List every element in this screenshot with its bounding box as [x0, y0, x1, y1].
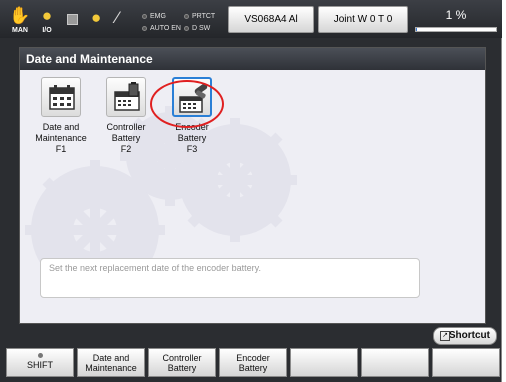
dsw-indicator: D SW [184, 24, 210, 33]
window-body: Date and Maintenance F1 Controller Batte… [20, 70, 485, 323]
date-maintenance-tile[interactable]: Date and Maintenance F1 [31, 77, 91, 155]
indicator-label: EMG [150, 13, 166, 20]
emg-indicator: EMG [142, 12, 166, 21]
shortcut-button[interactable]: ↗ Shortcut [433, 327, 497, 345]
robot-model-field[interactable]: VS068A4 Al [228, 6, 314, 33]
controller-battery-tile[interactable]: Controller Battery F2 [96, 77, 156, 155]
f6-key[interactable] [432, 348, 500, 377]
fkey-label: Date and [92, 353, 130, 363]
wrench-icon[interactable]: ⁄ [116, 8, 132, 28]
function-key-bar: SHIFT Date and Maintenance Controller Ba… [6, 348, 500, 377]
date-maintenance-window: Date and Maintenance Date and Maintenanc… [19, 47, 486, 324]
window-title: Date and Maintenance [20, 48, 485, 70]
mode-label: MAN [12, 27, 28, 34]
io-label: I/O [42, 27, 52, 34]
fkey-label: Battery [238, 363, 268, 373]
speed-bar-fill [416, 28, 417, 31]
status-dot [184, 25, 189, 31]
stop-icon [67, 14, 78, 25]
shift-led-icon [37, 353, 43, 358]
description-box: Set the next replacement date of the enc… [40, 258, 420, 298]
tile-label-line: Battery [111, 133, 141, 143]
speed-bar [415, 27, 497, 32]
teach-pendant-screen: ✋ MAN ● I/O ● ⁄ EMG PRTCT AUTO EN D SW V… [0, 0, 502, 382]
speed-text: 1 % [445, 8, 467, 22]
indicator-label: D SW [192, 25, 211, 32]
joint-mode-field[interactable]: Joint W 0 T 0 [318, 6, 408, 33]
tile-label-line: F3 [186, 144, 198, 154]
tile-label-line: Date and [42, 122, 80, 132]
indicator-label: AUTO EN [150, 25, 181, 32]
fkey-label: SHIFT [27, 360, 53, 370]
tile-label-line: F2 [120, 144, 132, 154]
fkey-label: Encoder [236, 353, 270, 363]
tile-label: Controller Battery F2 [96, 122, 156, 155]
shortcut-icon: ↗ [440, 331, 450, 341]
indicator-label: PRTCT [192, 13, 216, 20]
prtct-indicator: PRTCT [184, 12, 215, 21]
speed-indicator[interactable]: 1 % [415, 6, 497, 33]
highlight-annotation [150, 80, 224, 128]
tile-label-line: Controller [106, 122, 146, 132]
io-button[interactable]: ● I/O [35, 6, 59, 36]
f4-key[interactable] [290, 348, 358, 377]
calendar-icon[interactable] [41, 77, 81, 117]
tile-label: Date and Maintenance F1 [31, 122, 91, 155]
f5-key[interactable] [361, 348, 429, 377]
manual-mode-button[interactable]: ✋ MAN [8, 6, 32, 36]
status-dot [142, 13, 147, 19]
f3-encoder-battery-key[interactable]: Encoder Battery [219, 348, 287, 377]
f1-date-maintenance-key[interactable]: Date and Maintenance [77, 348, 145, 377]
tile-label-line: Battery [177, 133, 207, 143]
hand-icon: ✋ [9, 6, 31, 25]
shortcut-label: Shortcut [448, 330, 490, 341]
f2-controller-battery-key[interactable]: Controller Battery [148, 348, 216, 377]
fkey-label: Battery [167, 363, 197, 373]
status-dot [184, 13, 189, 19]
status-bar: ✋ MAN ● I/O ● ⁄ EMG PRTCT AUTO EN D SW V… [0, 0, 502, 38]
status-dot [142, 25, 147, 31]
lamp-icon: ● [91, 8, 102, 27]
controller-battery-icon[interactable] [106, 77, 146, 117]
fkey-label: Maintenance [85, 363, 137, 373]
fkey-label: Controller [162, 353, 202, 363]
shift-key[interactable]: SHIFT [6, 348, 74, 377]
io-lamp-icon: ● [41, 6, 53, 25]
auto-en-indicator: AUTO EN [142, 24, 181, 33]
tile-label-line: F1 [55, 144, 67, 154]
tile-label-line: Maintenance [35, 133, 87, 143]
